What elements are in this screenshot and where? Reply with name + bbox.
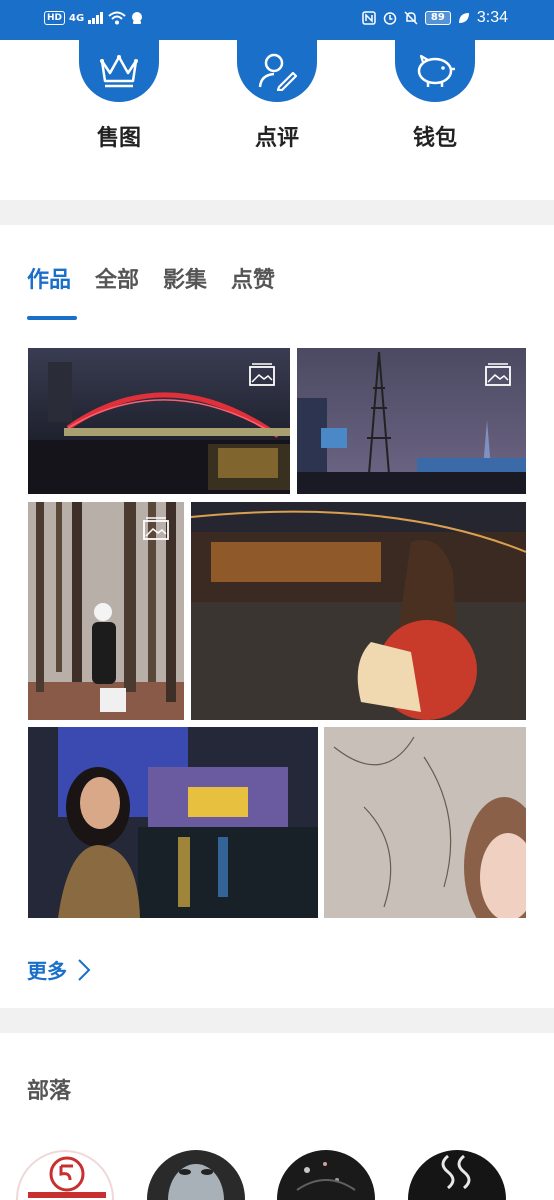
battery-indicator: 89 [424, 11, 451, 25]
photo-image [28, 727, 318, 918]
tab-indicator [27, 316, 77, 320]
tab-albums[interactable]: 影集 [163, 262, 207, 294]
photo-image [191, 502, 526, 720]
status-right: 89 3:34 [362, 9, 508, 27]
feature-review[interactable]: 点评 [217, 40, 337, 152]
avatar-image [296, 1162, 356, 1191]
feature-icon-circle [237, 40, 317, 102]
nfc-icon [362, 11, 376, 25]
feature-label: 点评 [254, 126, 299, 151]
piggy-bank-icon [417, 54, 455, 87]
dark-avatar[interactable] [277, 1150, 375, 1200]
album-icon [485, 363, 511, 386]
feature-label: 钱包 [412, 126, 457, 151]
tribe-logo-avatar[interactable] [16, 1150, 114, 1200]
avatar-image [28, 1156, 106, 1198]
photo-night-bridge[interactable] [28, 348, 290, 494]
leaf-icon [458, 13, 469, 23]
feature-sell-photos[interactable]: 售图 [59, 40, 179, 152]
photography-avatar[interactable] [408, 1150, 506, 1200]
app-notification-icon [132, 12, 143, 24]
album-icon [249, 363, 275, 386]
mute-icon [404, 11, 418, 25]
feature-row: 售图 点评 钱包 [0, 40, 554, 200]
feature-icon-circle [79, 40, 159, 102]
user-edit-icon [258, 53, 297, 91]
alarm-icon [383, 12, 397, 25]
album-icon [143, 517, 169, 540]
photo-canal-woman[interactable] [28, 727, 318, 918]
avatar-image [441, 1154, 471, 1190]
wifi-icon [108, 11, 126, 25]
network-label: 4G [69, 12, 85, 24]
face-avatar[interactable] [147, 1150, 245, 1200]
status-left: HD 4G [44, 11, 144, 25]
signal-icon [88, 12, 104, 24]
hd-badge: HD [44, 11, 66, 25]
feature-label: 售图 [96, 126, 141, 151]
avatar-image [168, 1164, 224, 1200]
more-label: 更多 [27, 959, 67, 983]
section-divider [0, 1008, 554, 1033]
feature-icon-circle [395, 40, 475, 102]
tab-likes[interactable]: 点赞 [231, 262, 275, 294]
tab-works[interactable]: 作品 [27, 262, 71, 294]
works-tabs: 作品 全部 影集 点赞 [27, 262, 275, 294]
tribe-section-title: 部落 [27, 1079, 72, 1104]
photo-wall-woman[interactable] [324, 727, 526, 918]
status-bar: HD 4G 89 3:34 [0, 0, 554, 40]
feature-wallet[interactable]: 钱包 [375, 40, 495, 152]
clock: 3:34 [476, 9, 508, 26]
photo-image [324, 727, 526, 918]
tab-all[interactable]: 全部 [95, 262, 139, 294]
photo-river-night[interactable] [191, 502, 526, 720]
chevron-right-icon [78, 958, 91, 981]
more-link[interactable]: 更多 [27, 955, 91, 984]
photo-forest-woman[interactable] [28, 502, 184, 720]
section-divider [0, 200, 554, 225]
photo-power-tower[interactable] [297, 348, 526, 494]
crown-icon [100, 55, 138, 88]
